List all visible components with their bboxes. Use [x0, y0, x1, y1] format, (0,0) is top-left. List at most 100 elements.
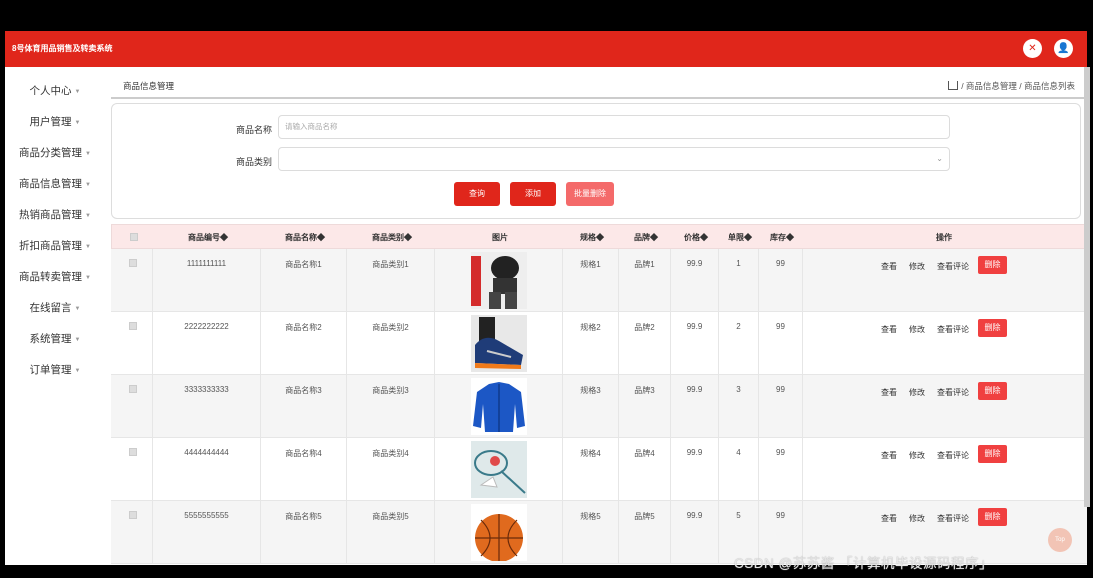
sidebar-item-resale[interactable]: 商品转卖管理 ▼ [5, 267, 105, 287]
sidebar-item-hot-products[interactable]: 热销商品管理 ▼ [5, 205, 105, 225]
product-name: 商品名称4 [285, 449, 322, 458]
delete-button[interactable]: 删除 [978, 445, 1007, 463]
chevron-down-icon: ▼ [74, 337, 81, 343]
col-header-brand[interactable]: 品牌◆ [620, 225, 672, 250]
col-header-id[interactable]: 商品编号◆ [154, 225, 262, 250]
view-button[interactable]: 查看 [881, 261, 897, 272]
product-spec: 规格4 [580, 449, 601, 458]
table-row: 2222222222 商品名称2 商品类别2 规格2 品牌2 99.9 2 99… [111, 312, 1087, 375]
product-image-jacket [471, 378, 527, 435]
sidebar-item-orders[interactable]: 订单管理 ▼ [5, 360, 105, 380]
view-comments-button[interactable]: 查看评论 [937, 387, 969, 398]
product-image-sportswear [471, 252, 527, 309]
watermark: CSDN @苏苏酱 「计算机毕设源码程序」 [734, 556, 993, 571]
sidebar-item-system[interactable]: 系统管理 ▼ [5, 329, 105, 349]
app-window: 8号体育用品销售及转卖系统 ✕ 👤 个人中心 ▼ 用户管理 ▼ 商品分类管理 ▼ 商品… [5, 31, 1087, 565]
product-category-select[interactable]: ⌄ [278, 147, 950, 171]
product-spec: 规格2 [580, 323, 601, 332]
col-header-limit[interactable]: 单限◆ [720, 225, 760, 250]
sidebar-item-product-info[interactable]: 商品信息管理 ▼ [5, 174, 105, 194]
col-header-spec[interactable]: 规格◆ [564, 225, 620, 250]
delete-button[interactable]: 删除 [978, 256, 1007, 274]
product-id: 5555555555 [184, 511, 229, 520]
query-button[interactable]: 查询 [454, 182, 500, 206]
product-category: 商品类别2 [372, 323, 409, 332]
product-name: 商品名称5 [285, 512, 322, 521]
product-limit: 4 [736, 448, 741, 457]
product-category: 商品类别1 [372, 260, 409, 269]
product-stock: 99 [776, 322, 785, 331]
product-id: 4444444444 [184, 448, 229, 457]
main-content: 商品信息管理 / 商品信息管理 / 商品信息列表 商品名称 请输入商品名称 商品… [111, 67, 1087, 565]
product-stock: 99 [776, 259, 785, 268]
sidebar-item-personal-center[interactable]: 个人中心 ▼ [5, 81, 105, 101]
sidebar-item-users[interactable]: 用户管理 ▼ [5, 112, 105, 132]
product-price: 99.9 [686, 385, 703, 394]
col-header-price[interactable]: 价格◆ [672, 225, 720, 250]
product-limit: 5 [736, 511, 741, 520]
col-header-stock[interactable]: 库存◆ [760, 225, 804, 250]
view-comments-button[interactable]: 查看评论 [937, 513, 969, 524]
back-to-top-button[interactable]: Top [1048, 528, 1072, 552]
view-comments-button[interactable]: 查看评论 [937, 450, 969, 461]
view-button[interactable]: 查看 [881, 324, 897, 335]
chevron-down-icon: ▼ [85, 151, 91, 157]
product-stock: 99 [776, 448, 785, 457]
delete-button[interactable]: 删除 [978, 508, 1007, 526]
sidebar-item-discount-products[interactable]: 折扣商品管理 ▼ [5, 236, 105, 256]
chevron-down-icon: ▼ [85, 244, 91, 250]
product-name: 商品名称3 [285, 386, 322, 395]
view-comments-button[interactable]: 查看评论 [937, 261, 969, 272]
table-row: 3333333333 商品名称3 商品类别3 规格3 品牌3 99.9 3 99… [111, 375, 1087, 438]
product-price: 99.9 [686, 322, 703, 331]
page-title: 商品信息管理 [123, 81, 175, 91]
close-icon[interactable]: ✕ [1023, 39, 1042, 58]
sidebar-item-messages[interactable]: 在线留言 ▼ [5, 298, 105, 318]
product-name-input[interactable]: 请输入商品名称 [278, 115, 950, 139]
user-icon[interactable]: 👤 [1054, 39, 1073, 58]
product-table: 商品编号◆ 商品名称◆ 商品类别◆ 图片 规格◆ 品牌◆ 价格◆ 单限◆ 库存◆… [111, 224, 1087, 565]
edit-button[interactable]: 修改 [909, 261, 925, 272]
product-spec: 规格3 [580, 386, 601, 395]
table-row: 1111111111 商品名称1 商品类别1 规格1 品牌1 99.9 1 99… [111, 249, 1087, 312]
edit-button[interactable]: 修改 [909, 387, 925, 398]
col-header-category[interactable]: 商品类别◆ [348, 225, 436, 250]
product-category: 商品类别5 [372, 512, 409, 521]
view-button[interactable]: 查看 [881, 450, 897, 461]
product-category: 商品类别4 [372, 449, 409, 458]
chevron-down-icon: ▼ [85, 275, 91, 281]
view-button[interactable]: 查看 [881, 513, 897, 524]
col-header-name[interactable]: 商品名称◆ [262, 225, 348, 250]
edit-button[interactable]: 修改 [909, 450, 925, 461]
chevron-down-icon: ▼ [74, 368, 81, 374]
chevron-down-icon: ▼ [85, 182, 91, 188]
product-image-sneaker [471, 315, 527, 372]
product-name: 商品名称1 [285, 260, 322, 269]
table-row: 4444444444 商品名称4 商品类别4 规格4 品牌4 99.9 4 99… [111, 438, 1087, 501]
sidebar-item-categories[interactable]: 商品分类管理 ▼ [5, 143, 105, 163]
view-comments-button[interactable]: 查看评论 [937, 324, 969, 335]
batch-delete-button[interactable]: 批量删除 [566, 182, 614, 206]
top-header: 8号体育用品销售及转卖系统 ✕ 👤 [5, 31, 1087, 67]
chevron-down-icon: ▼ [85, 213, 91, 219]
home-icon[interactable] [948, 81, 959, 90]
edit-button[interactable]: 修改 [909, 513, 925, 524]
edit-button[interactable]: 修改 [909, 324, 925, 335]
col-header-actions: 操作 [936, 233, 952, 242]
product-id: 2222222222 [184, 322, 229, 331]
product-brand: 品牌3 [634, 386, 655, 395]
product-brand: 品牌2 [634, 323, 655, 332]
delete-button[interactable]: 删除 [978, 382, 1007, 400]
product-id: 3333333333 [184, 385, 229, 394]
delete-button[interactable]: 删除 [978, 319, 1007, 337]
vertical-scrollbar[interactable] [1084, 67, 1090, 507]
product-price: 99.9 [686, 259, 703, 268]
product-id: 1111111111 [186, 259, 227, 268]
view-button[interactable]: 查看 [881, 387, 897, 398]
product-price: 99.9 [686, 511, 703, 520]
sidebar: 个人中心 ▼ 用户管理 ▼ 商品分类管理 ▼ 商品信息管理 ▼ 热销商品管理 ▼ 折扣商品… [5, 67, 105, 565]
add-button[interactable]: 添加 [510, 182, 556, 206]
product-limit: 2 [736, 322, 741, 331]
chevron-down-icon: ▼ [74, 306, 81, 312]
select-all-checkbox[interactable] [130, 233, 138, 241]
